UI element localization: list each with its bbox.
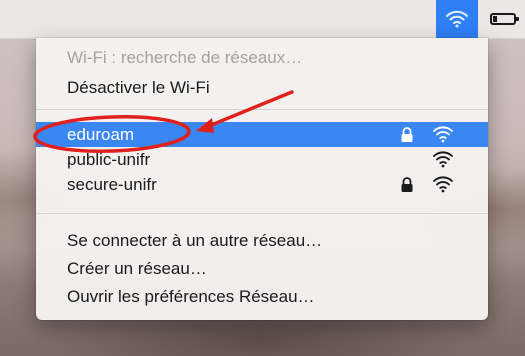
network-item-eduroam[interactable]: eduroam <box>36 122 488 147</box>
wifi-icon <box>445 10 469 28</box>
network-preferences-item[interactable]: Ouvrir les préférences Réseau… <box>36 284 488 309</box>
network-name: eduroam <box>67 125 135 144</box>
wifi-signal-icon <box>433 126 453 143</box>
connect-other-network-item[interactable]: Se connecter à un autre réseau… <box>36 228 488 253</box>
wifi-menu: Wi-Fi : recherche de réseaux… Désactiver… <box>36 38 488 320</box>
battery-icon[interactable] <box>490 13 519 25</box>
menu-separator <box>36 109 488 110</box>
menubar-wifi-button[interactable] <box>436 0 478 38</box>
wifi-status-text: Wi-Fi : recherche de réseaux… <box>67 48 303 67</box>
network-name: secure-unifr <box>67 175 157 194</box>
menu-bar <box>0 0 525 39</box>
network-item-public-unifr[interactable]: public-unifr <box>36 147 488 172</box>
lock-icon <box>401 127 413 142</box>
menu-separator <box>36 213 488 214</box>
network-item-secure-unifr[interactable]: secure-unifr <box>36 172 488 197</box>
lock-icon <box>401 177 413 192</box>
disable-wifi-item[interactable]: Désactiver le Wi-Fi <box>36 75 488 100</box>
wifi-signal-icon <box>433 176 453 193</box>
wifi-signal-icon <box>433 151 453 168</box>
network-name: public-unifr <box>67 150 151 169</box>
create-network-item[interactable]: Créer un réseau… <box>36 256 488 281</box>
